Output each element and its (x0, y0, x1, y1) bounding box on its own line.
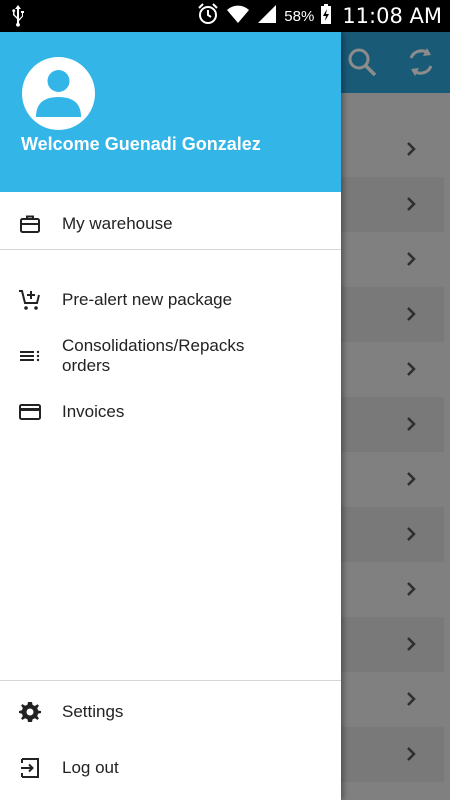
add-cart-icon (18, 288, 42, 312)
clock: 11:08 AM (342, 4, 442, 28)
divider (0, 249, 341, 250)
welcome-text: Welcome Guenadi Gonzalez (21, 134, 261, 154)
battery-charging-icon (320, 3, 332, 30)
wifi-icon (226, 3, 250, 30)
menu-item-label: My warehouse (62, 214, 173, 233)
menu-item-label: Invoices (62, 402, 125, 421)
menu-item-pre-alert[interactable]: Pre-alert new package (0, 275, 341, 325)
battery-percent: 58% (284, 7, 315, 25)
menu-item-invoices[interactable]: Invoices (0, 387, 341, 437)
menu-item-my-warehouse[interactable]: My warehouse (0, 199, 341, 249)
menu-item-log-out[interactable]: Log out (0, 743, 341, 793)
menu-item-label: Pre-alert new package (62, 290, 233, 309)
drawer-header: Welcome Guenadi Gonzalez (0, 32, 341, 192)
gear-icon (18, 700, 42, 724)
card-icon (18, 400, 42, 424)
status-bar: 58% 11:08 AM (0, 0, 450, 32)
menu-item-consolidations[interactable]: Consolidations/Repacks orders (0, 331, 341, 381)
menu-item-settings[interactable]: Settings (0, 687, 341, 737)
list-icon (18, 344, 42, 368)
logout-icon (18, 756, 42, 780)
navigation-drawer: Welcome Guenadi Gonzalez My warehouse Pr… (0, 32, 341, 800)
user-icon (36, 70, 81, 117)
avatar[interactable] (22, 57, 95, 130)
divider (0, 680, 341, 681)
menu-item-label: Consolidations/Repacks orders (62, 336, 245, 375)
menu-item-label: Settings (62, 702, 124, 721)
usb-icon (10, 4, 26, 33)
menu-item-label: Log out (62, 758, 119, 777)
alarm-icon (196, 2, 220, 31)
signal-icon (256, 3, 278, 30)
briefcase-icon (18, 212, 42, 236)
